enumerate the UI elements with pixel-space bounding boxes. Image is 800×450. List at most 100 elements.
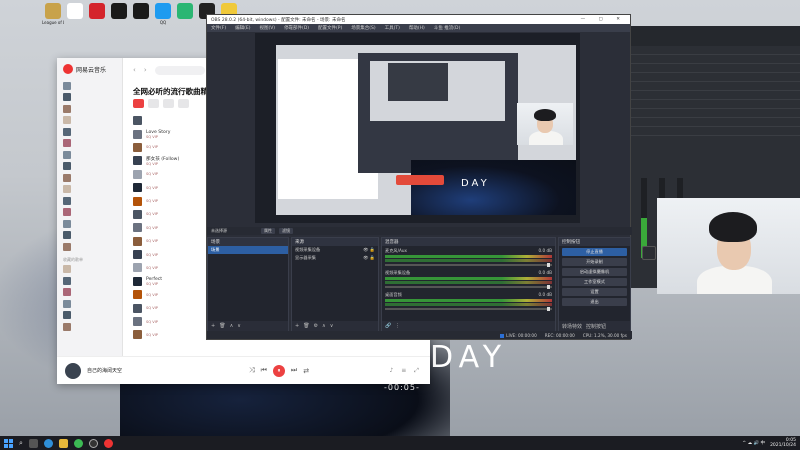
menu-item[interactable]: 视图(V) (259, 25, 275, 31)
sidebar-item[interactable] (57, 218, 122, 230)
settings-button[interactable]: 设置 (562, 288, 627, 296)
scene-up-icon[interactable]: ∧ (230, 323, 234, 329)
sidebar-item[interactable] (57, 115, 122, 127)
play-all-button[interactable] (133, 99, 144, 108)
source-item[interactable]: 显示器采集 👁 🔒 (292, 254, 378, 262)
visibility-lock-icon[interactable]: 👁 🔒 (363, 255, 375, 261)
sidebar-item[interactable] (57, 184, 122, 196)
sidebar-item[interactable] (57, 207, 122, 219)
sidebar-item[interactable] (57, 92, 122, 104)
desktop-shortcut[interactable] (86, 3, 108, 20)
obs-taskbar-icon[interactable] (88, 438, 98, 448)
forward-icon[interactable]: › (144, 66, 147, 74)
menu-item[interactable]: 帮助(H) (409, 25, 425, 31)
remove-source-icon[interactable]: 🗑 (303, 323, 309, 329)
sidebar-item[interactable] (57, 138, 122, 150)
mixer-menu-icon[interactable]: ⋮ (395, 323, 400, 329)
menu-item[interactable]: 斗鱼 推流(D) (434, 25, 460, 31)
volume-slider[interactable] (385, 307, 552, 311)
obs-tray-icon[interactable] (642, 246, 656, 260)
source-item[interactable]: 视频采集设备 👁 🔒 (292, 246, 378, 254)
menu-item[interactable]: 编辑(E) (235, 25, 250, 31)
sidebar-item[interactable] (57, 149, 122, 161)
sidebar-item[interactable] (57, 103, 122, 115)
netease-taskbar-icon[interactable] (103, 438, 113, 448)
music-search-input[interactable] (154, 65, 205, 75)
sidebar-item[interactable] (57, 310, 122, 322)
download-button[interactable] (163, 99, 174, 108)
scenes-toolbar: + 🗑 ∧ ∨ (208, 321, 288, 331)
stop-streaming-button[interactable]: 停止直播 (562, 248, 627, 256)
properties-button[interactable]: 属性 (261, 228, 275, 234)
sidebar-item[interactable] (57, 80, 122, 92)
search-icon[interactable]: ⌕ (19, 439, 23, 448)
menu-item[interactable]: 工具(T) (385, 25, 400, 31)
start-virtual-camera-button[interactable]: 启动虚拟摄像机 (562, 268, 627, 276)
add-scene-icon[interactable]: + (211, 323, 215, 329)
sidebar-item[interactable] (57, 241, 122, 253)
now-playing-cover[interactable] (65, 362, 81, 379)
sidebar-item[interactable] (57, 195, 122, 207)
start-recording-button[interactable]: 开始录制 (562, 258, 627, 266)
remove-scene-icon[interactable]: 🗑 (219, 323, 225, 329)
sidebar-item[interactable] (57, 275, 122, 287)
menu-item[interactable]: 配置文件(P) (318, 25, 342, 31)
menu-item[interactable]: 文件(F) (211, 25, 226, 31)
dock-tab[interactable]: 转场特效 (562, 323, 582, 330)
song-artist: SQ VIP (146, 319, 158, 324)
mixer-link-icon[interactable]: 🔗 (385, 323, 391, 329)
sidebar-item[interactable] (57, 161, 122, 173)
play-mode-icon[interactable]: ⇄ (303, 367, 309, 375)
obs-menubar: 文件(F) 编辑(E) 视图(V) 停靠部件(D) 配置文件(P) 场景集合(S) 工具(T… (207, 24, 630, 32)
player-extras-icon[interactable]: ♪ ≡ ⤢ (390, 367, 422, 375)
prev-icon[interactable]: ⏮ (261, 366, 267, 375)
sidebar-item[interactable] (57, 230, 122, 242)
menu-item[interactable]: 场景集合(S) (351, 25, 375, 31)
pause-icon[interactable]: ⏸ (272, 364, 285, 377)
source-settings-icon[interactable]: ⚙ (314, 323, 318, 329)
window-controls-icon[interactable]: — ▢ ✕ (581, 17, 626, 22)
explorer-icon[interactable] (58, 438, 68, 448)
sidebar-item[interactable] (57, 172, 122, 184)
edge-icon[interactable] (43, 438, 53, 448)
windows-start-icon[interactable] (4, 438, 13, 448)
more-button[interactable] (178, 99, 189, 108)
obs-preview[interactable]: DAY (255, 33, 580, 223)
sidebar-item[interactable] (57, 287, 122, 299)
scene-down-icon[interactable]: ∨ (237, 323, 241, 329)
sidebar-item[interactable] (57, 298, 122, 310)
now-playing-title[interactable]: 自己的海阔天空 (87, 367, 177, 374)
shuffle-icon[interactable]: ⤨ (249, 366, 255, 375)
desktop-shortcut[interactable]: QQ (152, 3, 174, 25)
sidebar-item[interactable] (57, 264, 122, 276)
volume-slider[interactable] (385, 285, 552, 289)
menu-item[interactable]: 停靠部件(D) (284, 25, 309, 31)
desktop-shortcut[interactable] (174, 3, 196, 20)
task-view-icon[interactable] (28, 438, 38, 448)
sidebar-item[interactable] (57, 126, 122, 138)
clock[interactable]: 0:05 2021/10/24 (770, 438, 796, 448)
obs-docks: 场景 场景 + 🗑 ∧ ∨ 来源 视频采集设备 👁 🔒 显示器采集 👁 🔒 + 🗑 ⚙… (207, 237, 632, 332)
filters-button[interactable]: 滤镜 (279, 228, 293, 234)
collect-button[interactable] (148, 99, 159, 108)
sidebar-item[interactable] (57, 321, 122, 333)
chrome-icon[interactable] (73, 438, 83, 448)
back-icon[interactable]: ‹ (133, 66, 136, 74)
source-down-icon[interactable]: ∨ (330, 323, 334, 329)
desktop-shortcut[interactable] (130, 3, 152, 20)
scene-item[interactable]: 场景 (208, 246, 288, 254)
desktop-shortcut[interactable] (108, 3, 130, 20)
source-up-icon[interactable]: ∧ (322, 323, 326, 329)
dock-tab[interactable]: 控制按钮 (586, 323, 606, 330)
exit-button[interactable]: 退出 (562, 298, 627, 306)
desktop-shortcut[interactable]: League of Legends (42, 3, 64, 25)
mixer-channel-name: 麦克风/Aux 0.0 dB (385, 248, 552, 254)
visibility-lock-icon[interactable]: 👁 🔒 (363, 247, 375, 253)
desktop-shortcut[interactable] (64, 3, 86, 20)
studio-mode-button[interactable]: 工作室模式 (562, 278, 627, 286)
obs-window[interactable]: OBS 28.0.2 (64-bit, windows) - 配置文件: 未命名… (206, 14, 632, 340)
tray-icons[interactable]: ^ ☁ 🔊 中 (742, 440, 765, 446)
volume-slider[interactable] (385, 263, 552, 267)
add-source-icon[interactable]: + (295, 323, 299, 329)
next-icon[interactable]: ⏭ (291, 366, 297, 375)
